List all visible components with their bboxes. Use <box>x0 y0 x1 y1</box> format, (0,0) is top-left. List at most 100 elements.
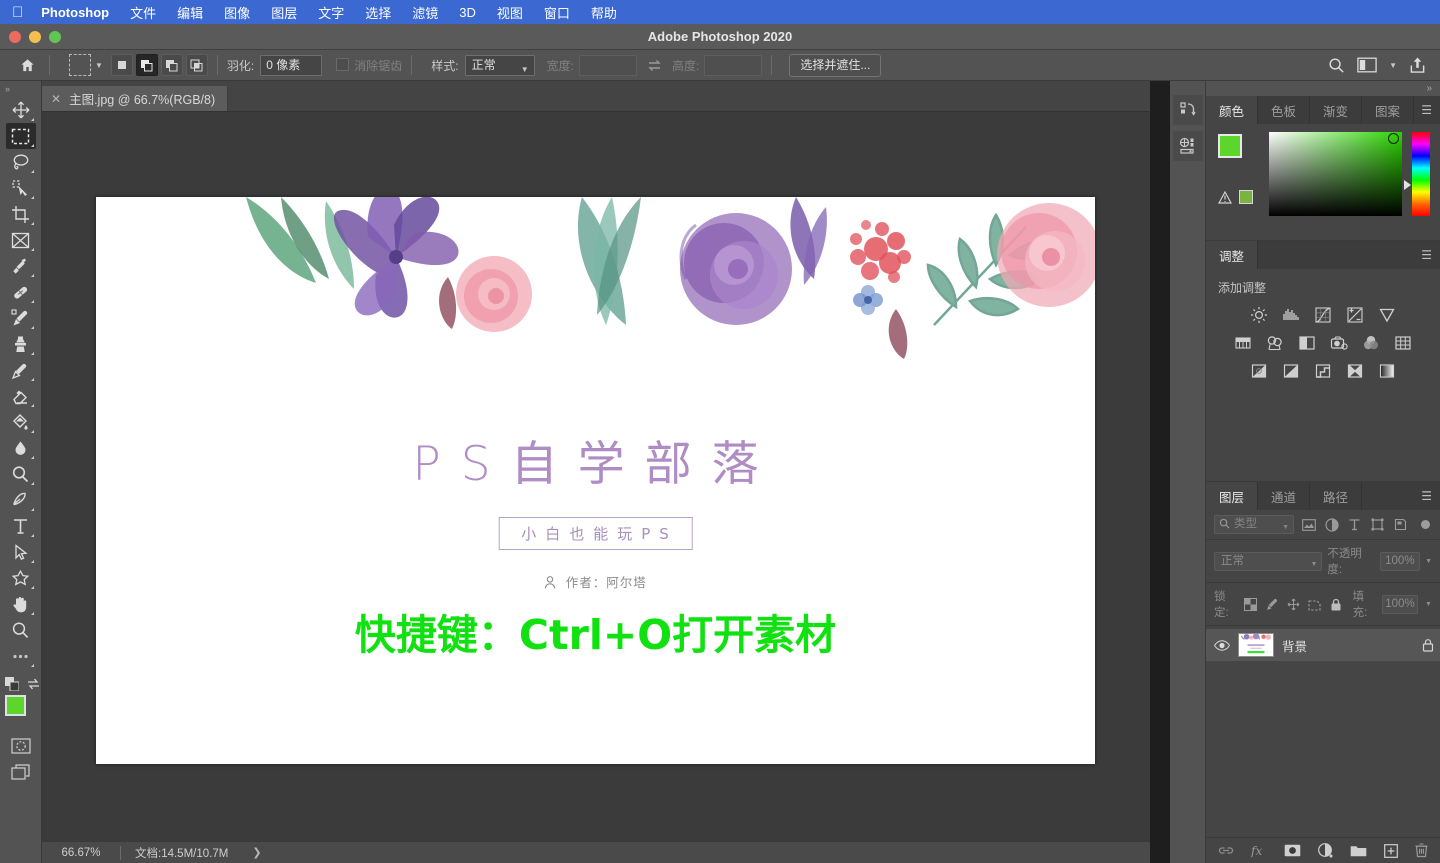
lock-position-icon[interactable] <box>1286 598 1300 611</box>
shape-tool[interactable] <box>6 565 36 591</box>
healing-brush-tool[interactable] <box>6 279 36 305</box>
lock-transparency-icon[interactable] <box>1243 597 1258 611</box>
rectangular-marquee-tool[interactable] <box>5 123 36 149</box>
canvas-area[interactable]: PS自学部落 小白也能玩PS 作者：阿尔塔 快捷键：Ctrl+O打开素材 <box>42 112 1150 841</box>
move-tool[interactable] <box>6 97 36 123</box>
brightness-contrast-icon[interactable] <box>1249 305 1269 325</box>
home-icon[interactable] <box>14 58 40 73</box>
close-icon[interactable]: ✕ <box>51 92 61 106</box>
libraries-panel-icon[interactable] <box>1172 131 1203 161</box>
gradient-map-icon[interactable] <box>1345 361 1365 381</box>
lasso-tool[interactable] <box>6 149 36 175</box>
chevron-down-icon[interactable]: ▼ <box>1425 558 1432 565</box>
layer-thumbnail[interactable] <box>1238 633 1274 657</box>
type-filter-icon[interactable] <box>1346 518 1363 531</box>
menu-item-photoshop[interactable]: Photoshop <box>41 5 109 20</box>
exposure-icon[interactable] <box>1345 305 1365 325</box>
chevron-right-icon[interactable]: ❯ <box>252 846 261 859</box>
invert-icon[interactable] <box>1249 361 1269 381</box>
hue-slider-handle[interactable] <box>1403 180 1411 190</box>
lock-image-icon[interactable] <box>1265 598 1279 611</box>
vibrance-icon[interactable] <box>1377 305 1397 325</box>
smart-object-filter-icon[interactable] <box>1392 518 1409 531</box>
hamburger-menu-icon[interactable]: ☰ <box>1421 249 1432 261</box>
quick-selection-tool[interactable] <box>6 175 36 201</box>
gamut-warning-group[interactable] <box>1218 190 1253 204</box>
tab-adjustments[interactable]: 调整 <box>1206 241 1259 269</box>
toggle-switch-icon[interactable] <box>1421 520 1430 529</box>
default-colors-icon[interactable] <box>4 677 19 691</box>
delete-layer-icon[interactable] <box>1415 843 1428 858</box>
pen-tool[interactable] <box>6 487 36 513</box>
table-row[interactable]: 背景 <box>1206 629 1440 661</box>
blur-tool[interactable] <box>6 435 36 461</box>
double-chevron-right-icon[interactable]: » <box>0 85 41 97</box>
path-selection-tool[interactable] <box>6 539 36 565</box>
clone-stamp-tool[interactable] <box>6 331 36 357</box>
eyedropper-tool[interactable] <box>6 253 36 279</box>
color-balance-icon[interactable] <box>1265 333 1285 353</box>
tab-patterns[interactable]: 图案 <box>1362 96 1415 124</box>
new-layer-icon[interactable] <box>1384 843 1398 858</box>
tab-gradients[interactable]: 渐变 <box>1310 96 1363 124</box>
layer-name[interactable]: 背景 <box>1282 636 1307 655</box>
menu-item-layer[interactable]: 图层 <box>271 3 297 22</box>
hand-tool[interactable] <box>6 591 36 617</box>
edit-toolbar-button[interactable] <box>6 643 36 669</box>
new-group-icon[interactable] <box>1350 844 1367 857</box>
type-tool[interactable] <box>6 513 36 539</box>
add-to-selection-button[interactable] <box>135 54 158 76</box>
threshold-icon[interactable] <box>1313 361 1333 381</box>
hue-saturation-icon[interactable] <box>1233 333 1253 353</box>
tab-channels[interactable]: 通道 <box>1258 482 1311 510</box>
layer-filter-type-select[interactable]: 类型 ▼ <box>1214 515 1294 534</box>
brush-tool[interactable] <box>6 305 36 331</box>
adjustment-filter-icon[interactable] <box>1323 517 1340 532</box>
apple-logo-icon[interactable]:  <box>12 5 23 20</box>
tab-swatches[interactable]: 色板 <box>1258 96 1311 124</box>
menu-item-3d[interactable]: 3D <box>459 5 476 20</box>
new-selection-button[interactable] <box>110 54 133 76</box>
menu-item-image[interactable]: 图像 <box>224 3 250 22</box>
curves-icon[interactable] <box>1313 305 1333 325</box>
new-adjustment-icon[interactable] <box>1318 843 1333 858</box>
fill-input[interactable]: 100% <box>1381 594 1419 614</box>
tool-preset-picker[interactable]: ▼ <box>69 54 103 76</box>
color-lookup-icon[interactable] <box>1393 333 1413 353</box>
intersect-selection-button[interactable] <box>185 54 208 76</box>
menu-item-select[interactable]: 选择 <box>365 3 391 22</box>
blend-mode-select[interactable]: 正常 ▼ <box>1214 551 1323 571</box>
tab-paths[interactable]: 路径 <box>1310 482 1363 510</box>
shape-filter-icon[interactable] <box>1369 518 1386 531</box>
antialias-checkbox[interactable] <box>336 56 354 74</box>
history-brush-tool[interactable] <box>6 357 36 383</box>
document-artboard[interactable]: PS自学部落 小白也能玩PS 作者：阿尔塔 快捷键：Ctrl+O打开素材 <box>96 197 1095 764</box>
foreground-color-swatch[interactable] <box>1218 134 1242 158</box>
layer-fx-icon[interactable]: fx <box>1251 844 1267 858</box>
workspace-icon[interactable] <box>1357 57 1377 73</box>
black-white-icon[interactable] <box>1297 333 1317 353</box>
add-mask-icon[interactable] <box>1284 844 1301 857</box>
menu-item-help[interactable]: 帮助 <box>591 3 617 22</box>
eraser-tool[interactable] <box>6 383 36 409</box>
crop-tool[interactable] <box>6 201 36 227</box>
feather-input[interactable]: 0 像素 <box>260 54 323 76</box>
width-input[interactable] <box>578 54 637 76</box>
opacity-input[interactable]: 100% <box>1379 551 1421 571</box>
height-input[interactable] <box>704 54 763 76</box>
select-and-mask-button[interactable]: 选择并遮住... <box>789 53 882 77</box>
share-icon[interactable] <box>1409 56 1426 74</box>
gradient-tool[interactable] <box>6 409 36 435</box>
menu-item-file[interactable]: 文件 <box>130 3 156 22</box>
levels-icon[interactable] <box>1281 305 1301 325</box>
zoom-tool[interactable] <box>6 617 36 643</box>
search-icon[interactable] <box>1328 57 1345 74</box>
screen-mode-icon[interactable] <box>6 759 36 785</box>
quick-mask-icon[interactable] <box>6 733 36 759</box>
menu-item-filter[interactable]: 滤镜 <box>412 3 438 22</box>
lock-all-icon[interactable] <box>1329 598 1343 611</box>
dock-collapse-button[interactable]: » <box>1206 81 1440 96</box>
gamut-swatch[interactable] <box>1239 190 1253 204</box>
hamburger-menu-icon[interactable]: ☰ <box>1421 104 1432 116</box>
lock-icon[interactable] <box>1422 638 1434 652</box>
